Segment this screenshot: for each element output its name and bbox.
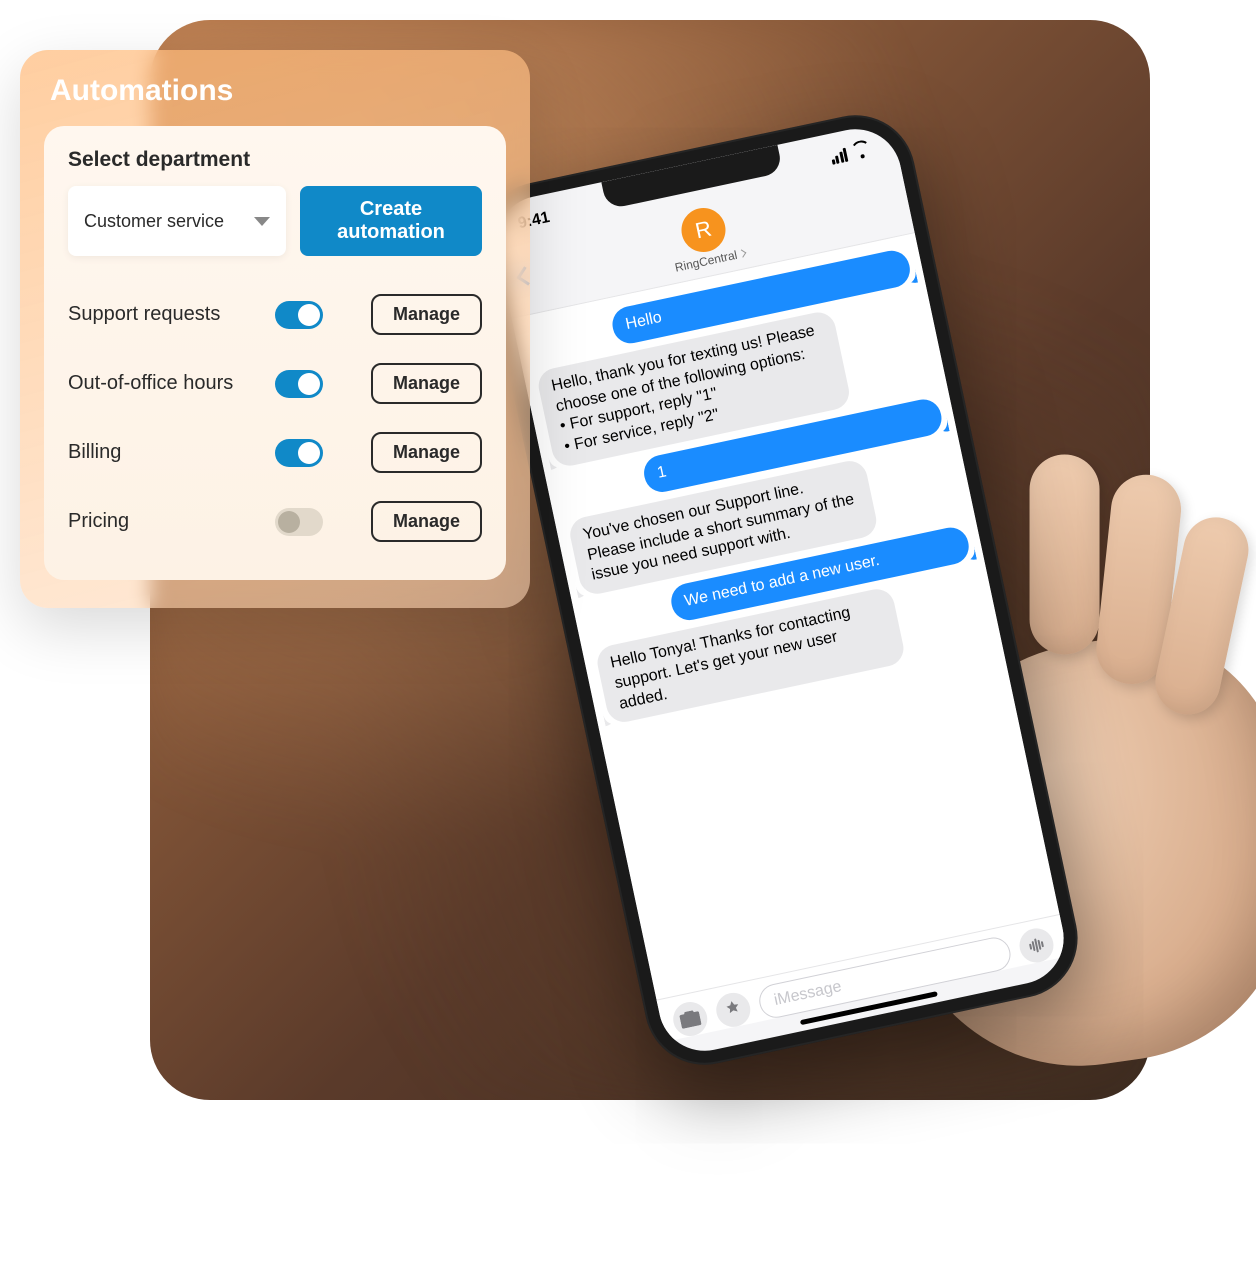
automations-card: Automations Select department Customer s…: [20, 50, 530, 608]
toggle-support[interactable]: [275, 301, 323, 329]
manage-button[interactable]: Manage: [371, 294, 482, 335]
camera-icon[interactable]: [670, 999, 710, 1039]
manage-button[interactable]: Manage: [371, 501, 482, 542]
toggle-billing[interactable]: [275, 439, 323, 467]
automations-panel: Select department Customer service Creat…: [44, 126, 506, 580]
dropdown-value: Customer service: [84, 211, 224, 232]
chevron-down-icon: [254, 217, 270, 226]
app-store-icon[interactable]: [713, 990, 753, 1030]
header-spacer: [877, 198, 891, 201]
signal-icon: [829, 148, 848, 165]
automation-row-support: Support requests Manage: [68, 280, 482, 349]
select-department-label: Select department: [68, 148, 482, 172]
toggle-ooo[interactable]: [275, 370, 323, 398]
manage-button[interactable]: Manage: [371, 432, 482, 473]
wifi-icon: [851, 143, 872, 160]
create-automation-button[interactable]: Create automation: [300, 186, 482, 256]
automation-label: Out-of-office hours: [68, 372, 275, 395]
automation-label: Support requests: [68, 303, 275, 326]
automation-row-ooo: Out-of-office hours Manage: [68, 349, 482, 418]
voice-icon[interactable]: [1016, 925, 1056, 965]
status-indicators: [829, 143, 872, 165]
avatar: R: [677, 204, 729, 256]
automation-row-pricing: Pricing Manage: [68, 487, 482, 556]
department-dropdown[interactable]: Customer service: [68, 186, 286, 256]
automation-label: Pricing: [68, 510, 275, 533]
toggle-pricing[interactable]: [275, 508, 323, 536]
card-title: Automations: [50, 74, 506, 108]
manage-button[interactable]: Manage: [371, 363, 482, 404]
automation-label: Billing: [68, 441, 275, 464]
chevron-right-icon: [738, 249, 746, 257]
automation-row-billing: Billing Manage: [68, 418, 482, 487]
